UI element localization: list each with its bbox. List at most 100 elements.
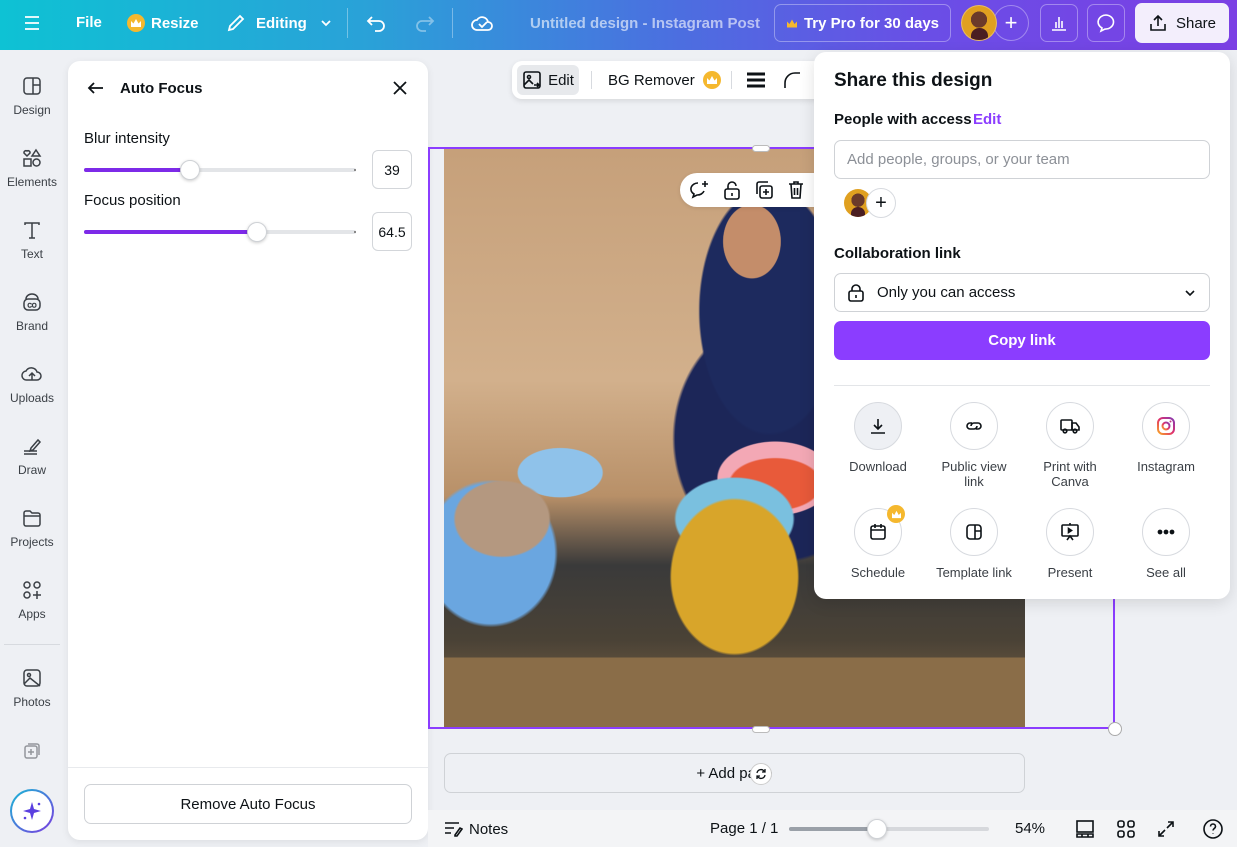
draw-icon — [24, 438, 42, 455]
share-option-schedule[interactable]: Schedule — [830, 505, 926, 604]
left-rail: Design Elements Text CO Brand Uploads Dr… — [0, 50, 64, 847]
cloud-check-icon — [471, 16, 493, 31]
resize-handle-top[interactable] — [752, 145, 770, 152]
photos-icon — [23, 669, 41, 687]
duplicate-icon[interactable] — [754, 179, 774, 201]
magic-assistant-button[interactable] — [10, 789, 54, 833]
bg-remover-button[interactable]: BG Remover — [608, 71, 721, 89]
help-icon — [1203, 819, 1223, 839]
share-option-print[interactable]: Print with Canva — [1022, 402, 1118, 498]
blur-intensity-slider[interactable] — [84, 159, 356, 181]
people-with-access-label: People with access — [834, 111, 972, 128]
file-menu[interactable]: File — [76, 14, 102, 31]
lock-icon[interactable] — [722, 179, 742, 201]
share-option-present[interactable]: Present — [1022, 508, 1118, 604]
comment-icon — [1097, 14, 1115, 33]
share-option-download[interactable]: Download — [830, 402, 926, 498]
image-edit-toolbar: Edit BG Remover — [512, 61, 832, 99]
crown-icon — [786, 19, 797, 27]
calendar-icon — [870, 524, 886, 540]
access-level-dropdown[interactable]: Only you can access — [834, 273, 1210, 312]
divider — [68, 767, 428, 768]
expand-icon — [1158, 821, 1174, 837]
template-icon — [966, 524, 982, 540]
rail-item-apps[interactable]: Apps — [0, 579, 64, 621]
focus-position-value[interactable]: 64.5 — [372, 212, 412, 251]
fullscreen-button[interactable] — [1156, 819, 1176, 839]
share-option-instagram[interactable]: Instagram — [1118, 402, 1214, 498]
rail-item-elements[interactable]: Elements — [0, 147, 64, 189]
insights-button[interactable] — [1040, 4, 1078, 42]
redo-button[interactable] — [413, 13, 435, 33]
corner-rounding-button[interactable] — [782, 71, 802, 94]
edit-access-link[interactable]: Edit — [973, 111, 1001, 128]
editing-mode-dropdown[interactable]: Editing — [226, 13, 333, 33]
image-edit-icon — [523, 71, 541, 89]
share-option-see-all[interactable]: See all — [1118, 508, 1214, 604]
help-button[interactable] — [1202, 818, 1224, 840]
add-person-button[interactable]: + — [866, 188, 896, 218]
grid-view-icon — [1117, 820, 1135, 838]
border-style-button[interactable] — [746, 71, 766, 94]
share-button[interactable]: Share — [1135, 3, 1229, 43]
rail-item-brand[interactable]: CO Brand — [0, 291, 64, 333]
hamburger-icon — [25, 16, 39, 30]
try-pro-button[interactable]: Try Pro for 30 days — [774, 4, 951, 42]
share-option-template-link[interactable]: Template link — [926, 508, 1022, 604]
panel-header: Auto Focus — [68, 61, 428, 115]
rail-item-photos[interactable]: Photos — [0, 667, 64, 709]
close-button[interactable] — [390, 78, 410, 103]
copy-link-button[interactable]: Copy link — [834, 321, 1210, 360]
focus-position-slider[interactable] — [84, 221, 356, 243]
share-option-public-view-link[interactable]: Public view link — [926, 402, 1022, 498]
crown-icon — [702, 71, 721, 89]
rotate-handle[interactable] — [750, 763, 772, 785]
slider-thumb[interactable] — [246, 222, 267, 242]
remove-auto-focus-button[interactable]: Remove Auto Focus — [84, 784, 412, 824]
rail-item-projects[interactable]: Projects — [0, 507, 64, 549]
cloud-save-status[interactable] — [470, 13, 494, 33]
trash-icon[interactable] — [786, 179, 806, 201]
add-collaborator-button[interactable]: + — [993, 5, 1029, 41]
slider-fill — [84, 230, 257, 234]
resize-button[interactable]: Resize — [127, 14, 199, 32]
zoom-level[interactable]: 54% — [1015, 820, 1045, 837]
page-indicator[interactable]: Page 1 / 1 — [710, 820, 778, 837]
rail-item-draw[interactable]: Draw — [0, 435, 64, 477]
top-bar: File Resize Editing Untitled design - In… — [0, 0, 1237, 50]
grid-view-button[interactable] — [1116, 819, 1136, 839]
focus-position-label: Focus position — [84, 192, 181, 209]
notes-icon — [445, 822, 463, 837]
rail-item-uploads[interactable]: Uploads — [0, 363, 64, 405]
notes-button[interactable]: Notes — [443, 820, 508, 838]
back-button[interactable] — [86, 78, 106, 103]
svg-text:CO: CO — [28, 304, 37, 310]
corner-radius-icon — [784, 72, 800, 88]
page-view-button[interactable] — [1075, 819, 1095, 839]
present-icon — [1061, 523, 1079, 541]
resize-handle-bottom[interactable] — [752, 726, 770, 733]
rail-item-text[interactable]: Text — [0, 219, 64, 261]
resize-handle-corner[interactable] — [1108, 722, 1122, 736]
document-title[interactable]: Untitled design - Instagram Post — [530, 15, 760, 32]
zoom-slider-fill — [789, 827, 877, 831]
edit-image-button[interactable]: Edit — [517, 65, 579, 95]
add-comment-icon[interactable] — [688, 179, 710, 201]
rail-item-design[interactable]: Design — [0, 75, 64, 117]
blur-intensity-value[interactable]: 39 — [372, 150, 412, 189]
rail-item-more-apps[interactable] — [0, 740, 64, 762]
undo-button[interactable] — [366, 13, 388, 33]
zoom-slider[interactable] — [789, 819, 989, 839]
blur-intensity-label: Blur intensity — [84, 130, 170, 147]
add-people-input[interactable] — [834, 140, 1210, 179]
page-thumbnails-icon — [1076, 820, 1094, 838]
add-page-button[interactable]: + Add page — [444, 753, 1025, 793]
bar-chart-icon — [1052, 17, 1066, 31]
zoom-slider-thumb[interactable] — [867, 819, 887, 839]
slider-thumb[interactable] — [180, 160, 201, 180]
crown-icon — [127, 14, 145, 32]
share-popover: Share this design People with access Edi… — [814, 52, 1230, 599]
user-avatar[interactable] — [961, 5, 997, 41]
comments-button[interactable] — [1087, 4, 1125, 42]
menu-button[interactable] — [22, 13, 42, 33]
